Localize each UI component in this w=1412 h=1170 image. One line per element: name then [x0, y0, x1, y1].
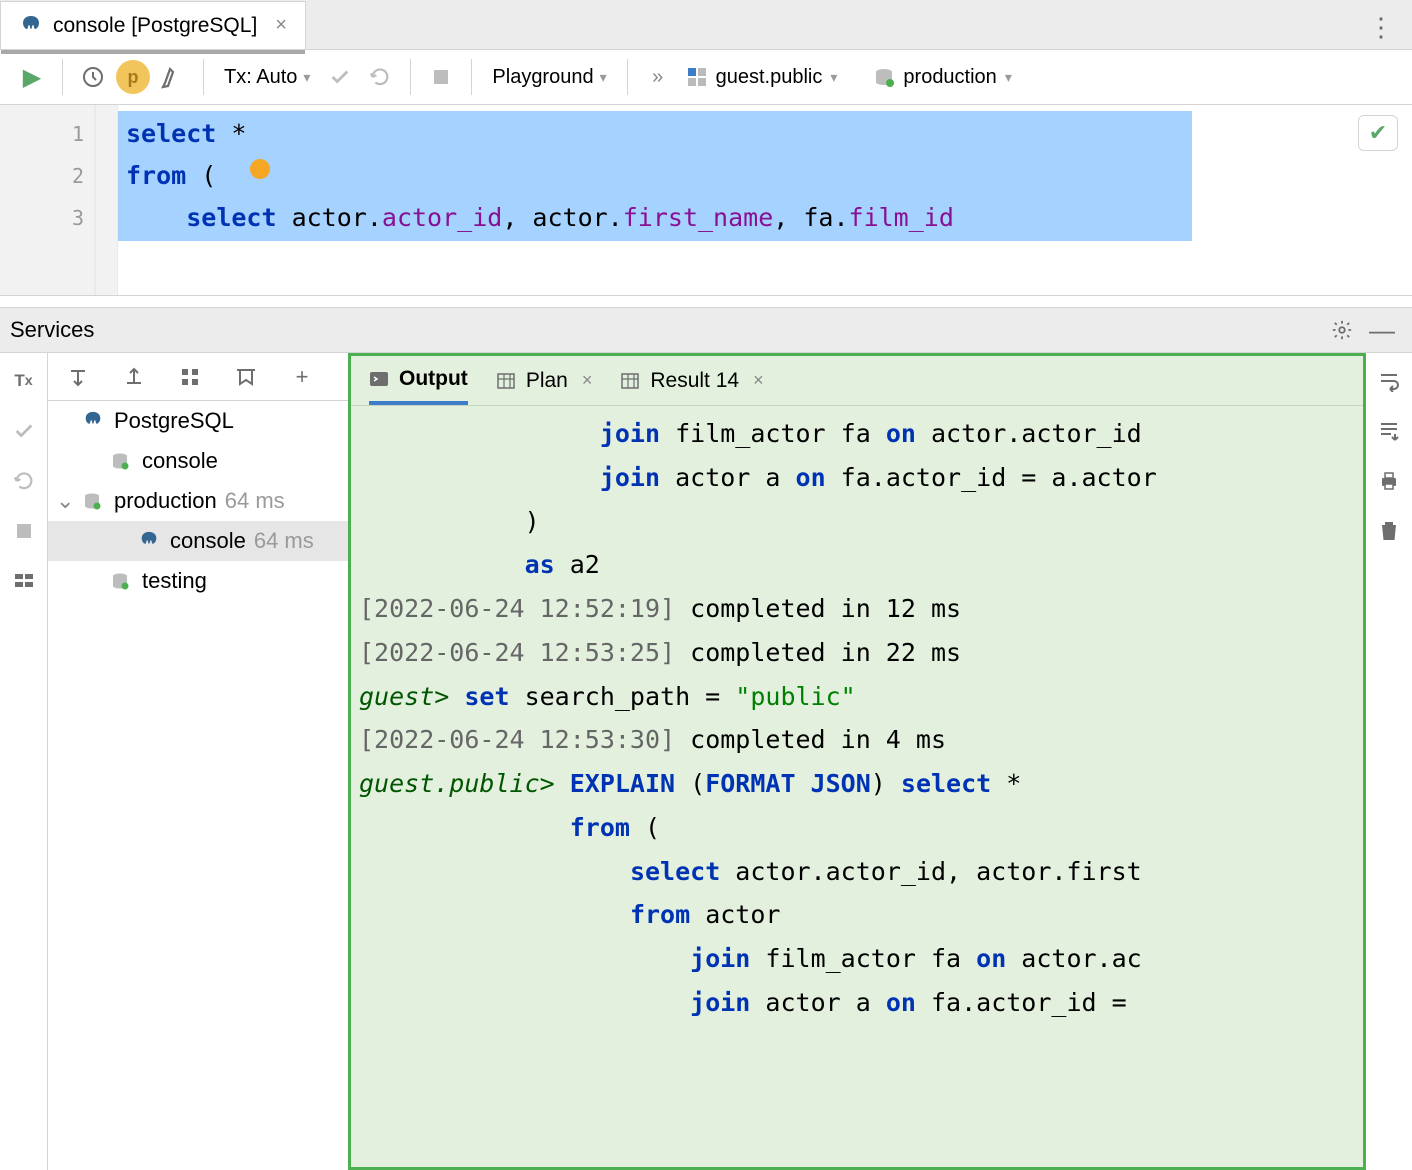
chevron-down-icon: ▾	[830, 69, 837, 86]
schema-selector[interactable]: guest.public ▾	[678, 66, 846, 89]
commit-icon[interactable]	[6, 413, 42, 449]
vertical-toolbar: Tx	[0, 353, 48, 1170]
tree-node[interactable]: ⌄production 64 ms	[48, 481, 348, 521]
hide-button[interactable]: —	[1362, 310, 1402, 350]
separator	[203, 59, 204, 95]
inspection-badge[interactable]: ✔	[1358, 115, 1398, 151]
chevron-down-icon: ▾	[1005, 69, 1012, 86]
group-icon[interactable]	[170, 357, 210, 397]
editor[interactable]: 1 2 3 select * from ( select actor.actor…	[0, 105, 1412, 295]
tab-plan[interactable]: Plan ×	[496, 356, 593, 405]
chevron-down-icon: ▾	[600, 69, 607, 86]
trash-icon[interactable]	[1371, 513, 1407, 549]
view-mode-icon[interactable]	[6, 563, 42, 599]
postgres-icon	[19, 14, 43, 38]
stop-button[interactable]	[421, 57, 461, 97]
separator	[471, 59, 472, 95]
resolve-mode-dropdown[interactable]: Playground ▾	[482, 66, 616, 89]
tab-output[interactable]: Output	[369, 356, 468, 405]
terminal-icon	[369, 369, 389, 389]
output-right-toolbar	[1366, 353, 1412, 1170]
tx-label: Tx: Auto	[224, 66, 297, 89]
line-number: 2	[0, 155, 84, 197]
chevron-down-icon: ▾	[303, 69, 310, 86]
separator	[62, 59, 63, 95]
tab-title: console [PostgreSQL]	[53, 14, 257, 38]
collapse-all-icon[interactable]	[114, 357, 154, 397]
rollback-icon[interactable]	[6, 463, 42, 499]
schema-icon	[686, 66, 708, 88]
more-button[interactable]: »	[638, 57, 678, 97]
code-line: select actor.actor_id, actor.first_name,…	[118, 197, 1412, 239]
history-button[interactable]	[73, 57, 113, 97]
separator	[410, 59, 411, 95]
soft-wrap-icon[interactable]	[1371, 363, 1407, 399]
p-button[interactable]: p	[113, 57, 153, 97]
tab-label: Result 14	[650, 369, 739, 393]
output-inner: Output Plan × Result 14 × join film_acto…	[348, 353, 1366, 1170]
tab-result[interactable]: Result 14 ×	[620, 356, 763, 405]
tab-close-button[interactable]: ×	[275, 14, 287, 37]
separator	[627, 59, 628, 95]
tree-toolbar: +	[48, 353, 348, 401]
stop-icon[interactable]	[6, 513, 42, 549]
gutter: 1 2 3	[0, 105, 96, 295]
filter-icon[interactable]	[226, 357, 266, 397]
schema-label: guest.public	[716, 66, 823, 89]
tx-icon[interactable]: Tx	[6, 363, 42, 399]
settings-button[interactable]	[153, 57, 193, 97]
settings-icon[interactable]	[1322, 310, 1362, 350]
grid-icon	[496, 371, 516, 391]
kebab-icon[interactable]: ⋮	[1368, 12, 1394, 43]
splitter[interactable]	[0, 295, 1412, 307]
grid-icon	[620, 371, 640, 391]
ds-label: production	[903, 66, 996, 89]
close-icon[interactable]: ×	[753, 370, 764, 391]
warning-marker[interactable]	[250, 159, 270, 179]
output-console[interactable]: join film_actor fa on actor.actor_id joi…	[351, 406, 1363, 1167]
code-area[interactable]: select * from ( select actor.actor_id, a…	[118, 105, 1412, 295]
close-icon[interactable]: ×	[582, 370, 593, 391]
services-header: Services —	[0, 307, 1412, 353]
services-title: Services	[10, 317, 94, 343]
line-number: 3	[0, 197, 84, 239]
tree-node[interactable]: console	[48, 441, 348, 481]
line-number: 1	[0, 113, 84, 155]
code-line: from (	[118, 155, 1412, 197]
tree-node[interactable]: console 64 ms	[48, 521, 348, 561]
toolbar: ▶ p Tx: Auto ▾ Playground ▾ » guest.publ…	[0, 50, 1412, 105]
tab-label: Plan	[526, 369, 568, 393]
output-tabs: Output Plan × Result 14 ×	[351, 356, 1363, 406]
print-icon[interactable]	[1371, 463, 1407, 499]
tx-mode-dropdown[interactable]: Tx: Auto ▾	[214, 66, 320, 89]
playground-label: Playground	[492, 66, 593, 89]
data-source-selector[interactable]: production ▾	[865, 66, 1019, 89]
rollback-button[interactable]	[360, 57, 400, 97]
tree-node[interactable]: testing	[48, 561, 348, 601]
code-line: select *	[118, 113, 1412, 155]
tree[interactable]: PostgreSQLconsole⌄production 64 msconsol…	[48, 401, 348, 1170]
tab-bar: console [PostgreSQL] × ⋮	[0, 0, 1412, 50]
tab-label: Output	[399, 367, 468, 391]
commit-button[interactable]	[320, 57, 360, 97]
output-panel: Output Plan × Result 14 × join film_acto…	[348, 353, 1412, 1170]
tree-node[interactable]: PostgreSQL	[48, 401, 348, 441]
tab-console[interactable]: console [PostgreSQL] ×	[0, 1, 306, 49]
scroll-end-icon[interactable]	[1371, 413, 1407, 449]
data-source-icon	[873, 66, 895, 88]
expand-all-icon[interactable]	[58, 357, 98, 397]
fold-column	[96, 105, 118, 295]
services-body: Tx + PostgreSQLconsole⌄production 64 msc…	[0, 353, 1412, 1170]
tree-panel: + PostgreSQLconsole⌄production 64 mscons…	[48, 353, 348, 1170]
add-icon[interactable]: +	[282, 357, 322, 397]
run-button[interactable]: ▶	[12, 57, 52, 97]
